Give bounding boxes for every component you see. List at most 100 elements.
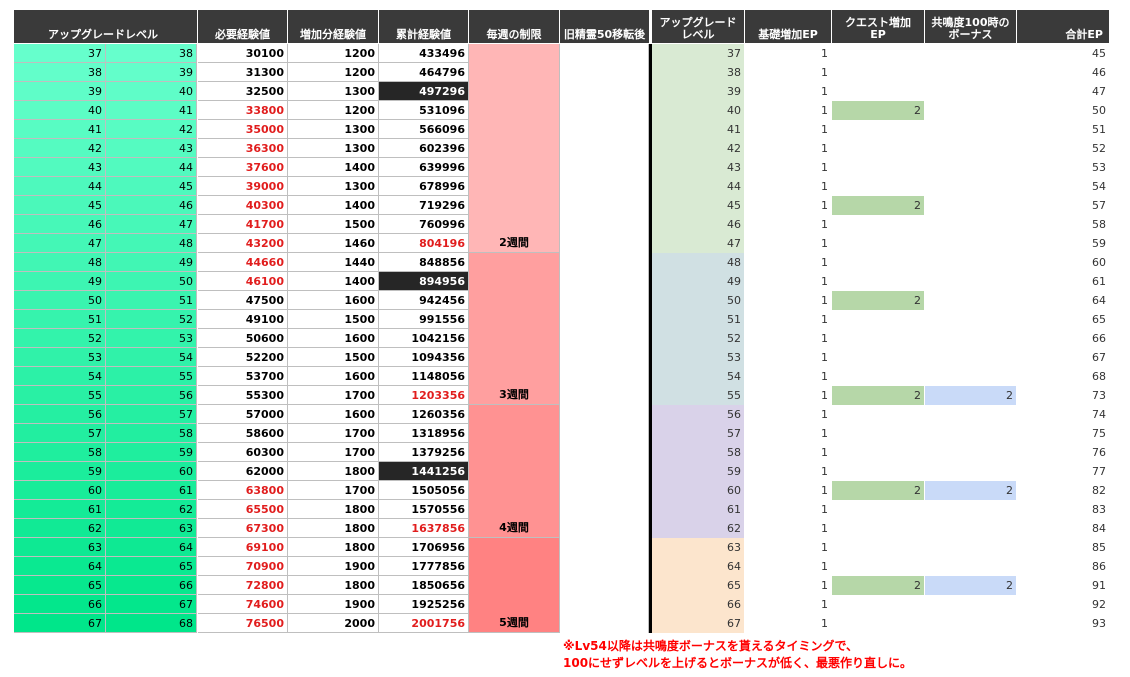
quest-ep-cell[interactable]: 2 — [832, 386, 924, 405]
level-to-cell[interactable]: 58 — [106, 424, 197, 443]
added-exp-cell[interactable]: 1200 — [288, 101, 379, 120]
cumulative-exp-cell[interactable]: 464796 — [379, 63, 469, 82]
level-from-cell[interactable]: 51 — [14, 310, 106, 329]
resonance-bonus-cell[interactable] — [925, 177, 1016, 196]
upgrade-level-cell[interactable]: 65 — [652, 576, 744, 595]
added-exp-cell[interactable]: 1700 — [288, 424, 379, 443]
quest-ep-cell[interactable] — [832, 614, 924, 633]
level-from-cell[interactable]: 53 — [14, 348, 106, 367]
base-ep-cell[interactable]: 1 — [745, 367, 831, 386]
base-ep-cell[interactable]: 1 — [745, 234, 831, 253]
base-ep-cell[interactable]: 1 — [745, 462, 831, 481]
base-ep-cell[interactable]: 1 — [745, 519, 831, 538]
level-from-cell[interactable]: 37 — [14, 44, 106, 63]
total-ep-cell[interactable]: 73 — [1017, 386, 1109, 405]
required-exp-cell[interactable]: 52200 — [198, 348, 288, 367]
cumulative-exp-cell[interactable]: 1318956 — [379, 424, 469, 443]
required-exp-cell[interactable]: 55300 — [198, 386, 288, 405]
quest-ep-cell[interactable] — [832, 120, 924, 139]
level-to-cell[interactable]: 43 — [106, 139, 197, 158]
level-to-cell[interactable]: 62 — [106, 500, 197, 519]
added-exp-cell[interactable]: 1300 — [288, 139, 379, 158]
upgrade-level-cell[interactable]: 63 — [652, 538, 744, 557]
level-to-cell[interactable]: 41 — [106, 101, 197, 120]
quest-ep-cell[interactable]: 2 — [832, 576, 924, 595]
level-to-cell[interactable]: 55 — [106, 367, 197, 386]
resonance-bonus-cell[interactable]: 2 — [925, 481, 1016, 500]
level-to-cell[interactable]: 54 — [106, 348, 197, 367]
total-ep-cell[interactable]: 68 — [1017, 367, 1109, 386]
total-ep-cell[interactable]: 60 — [1017, 253, 1109, 272]
cumulative-exp-cell[interactable]: 1042156 — [379, 329, 469, 348]
level-from-cell[interactable]: 52 — [14, 329, 106, 348]
resonance-bonus-cell[interactable] — [925, 614, 1016, 633]
cumulative-exp-cell[interactable]: 1570556 — [379, 500, 469, 519]
weekly-limit-segment[interactable]: 5週間 — [469, 538, 559, 633]
base-ep-cell[interactable]: 1 — [745, 177, 831, 196]
header-old-spirit[interactable]: 旧精霊50移転後 — [560, 10, 649, 43]
cumulative-exp-cell[interactable]: 602396 — [379, 139, 469, 158]
quest-ep-cell[interactable] — [832, 63, 924, 82]
total-ep-cell[interactable]: 50 — [1017, 101, 1109, 120]
total-ep-cell[interactable]: 66 — [1017, 329, 1109, 348]
added-exp-cell[interactable]: 1200 — [288, 44, 379, 63]
added-exp-cell[interactable]: 1700 — [288, 481, 379, 500]
added-exp-cell[interactable]: 1700 — [288, 443, 379, 462]
required-exp-cell[interactable]: 50600 — [198, 329, 288, 348]
quest-ep-cell[interactable] — [832, 253, 924, 272]
cumulative-exp-cell[interactable]: 1850656 — [379, 576, 469, 595]
resonance-bonus-cell[interactable] — [925, 500, 1016, 519]
level-from-cell[interactable]: 67 — [14, 614, 106, 633]
total-ep-cell[interactable]: 76 — [1017, 443, 1109, 462]
base-ep-cell[interactable]: 1 — [745, 196, 831, 215]
quest-ep-cell[interactable] — [832, 234, 924, 253]
cumulative-exp-cell[interactable]: 433496 — [379, 44, 469, 63]
cumulative-exp-cell[interactable]: 1379256 — [379, 443, 469, 462]
required-exp-cell[interactable]: 65500 — [198, 500, 288, 519]
added-exp-cell[interactable]: 1900 — [288, 557, 379, 576]
total-ep-cell[interactable]: 45 — [1017, 44, 1109, 63]
level-from-cell[interactable]: 65 — [14, 576, 106, 595]
required-exp-cell[interactable]: 46100 — [198, 272, 288, 291]
level-to-cell[interactable]: 46 — [106, 196, 197, 215]
resonance-bonus-cell[interactable] — [925, 310, 1016, 329]
header-cumulative-exp[interactable]: 累計経験値 — [379, 10, 468, 43]
required-exp-cell[interactable]: 41700 — [198, 215, 288, 234]
level-from-cell[interactable]: 64 — [14, 557, 106, 576]
resonance-bonus-cell[interactable] — [925, 424, 1016, 443]
required-exp-cell[interactable]: 37600 — [198, 158, 288, 177]
quest-ep-cell[interactable] — [832, 462, 924, 481]
added-exp-cell[interactable]: 1500 — [288, 348, 379, 367]
total-ep-cell[interactable]: 77 — [1017, 462, 1109, 481]
level-from-cell[interactable]: 62 — [14, 519, 106, 538]
level-from-cell[interactable]: 58 — [14, 443, 106, 462]
upgrade-level-cell[interactable]: 45 — [652, 196, 744, 215]
level-to-cell[interactable]: 61 — [106, 481, 197, 500]
cumulative-exp-cell[interactable]: 1148056 — [379, 367, 469, 386]
cumulative-exp-cell[interactable]: 719296 — [379, 196, 469, 215]
required-exp-cell[interactable]: 47500 — [198, 291, 288, 310]
cumulative-exp-cell[interactable]: 1094356 — [379, 348, 469, 367]
level-to-cell[interactable]: 64 — [106, 538, 197, 557]
cumulative-exp-cell[interactable]: 848856 — [379, 253, 469, 272]
level-from-cell[interactable]: 50 — [14, 291, 106, 310]
level-from-cell[interactable]: 39 — [14, 82, 106, 101]
level-to-cell[interactable]: 60 — [106, 462, 197, 481]
cumulative-exp-cell[interactable]: 760996 — [379, 215, 469, 234]
quest-ep-cell[interactable] — [832, 538, 924, 557]
total-ep-cell[interactable]: 46 — [1017, 63, 1109, 82]
total-ep-cell[interactable]: 92 — [1017, 595, 1109, 614]
resonance-bonus-cell[interactable]: 2 — [925, 386, 1016, 405]
level-to-cell[interactable]: 44 — [106, 158, 197, 177]
level-to-cell[interactable]: 48 — [106, 234, 197, 253]
total-ep-cell[interactable]: 75 — [1017, 424, 1109, 443]
quest-ep-cell[interactable] — [832, 272, 924, 291]
upgrade-level-cell[interactable]: 67 — [652, 614, 744, 633]
level-to-cell[interactable]: 49 — [106, 253, 197, 272]
base-ep-cell[interactable]: 1 — [745, 481, 831, 500]
level-to-cell[interactable]: 68 — [106, 614, 197, 633]
header-base-ep[interactable]: 基礎増加EP — [745, 10, 831, 43]
added-exp-cell[interactable]: 1300 — [288, 82, 379, 101]
level-from-cell[interactable]: 48 — [14, 253, 106, 272]
level-to-cell[interactable]: 42 — [106, 120, 197, 139]
